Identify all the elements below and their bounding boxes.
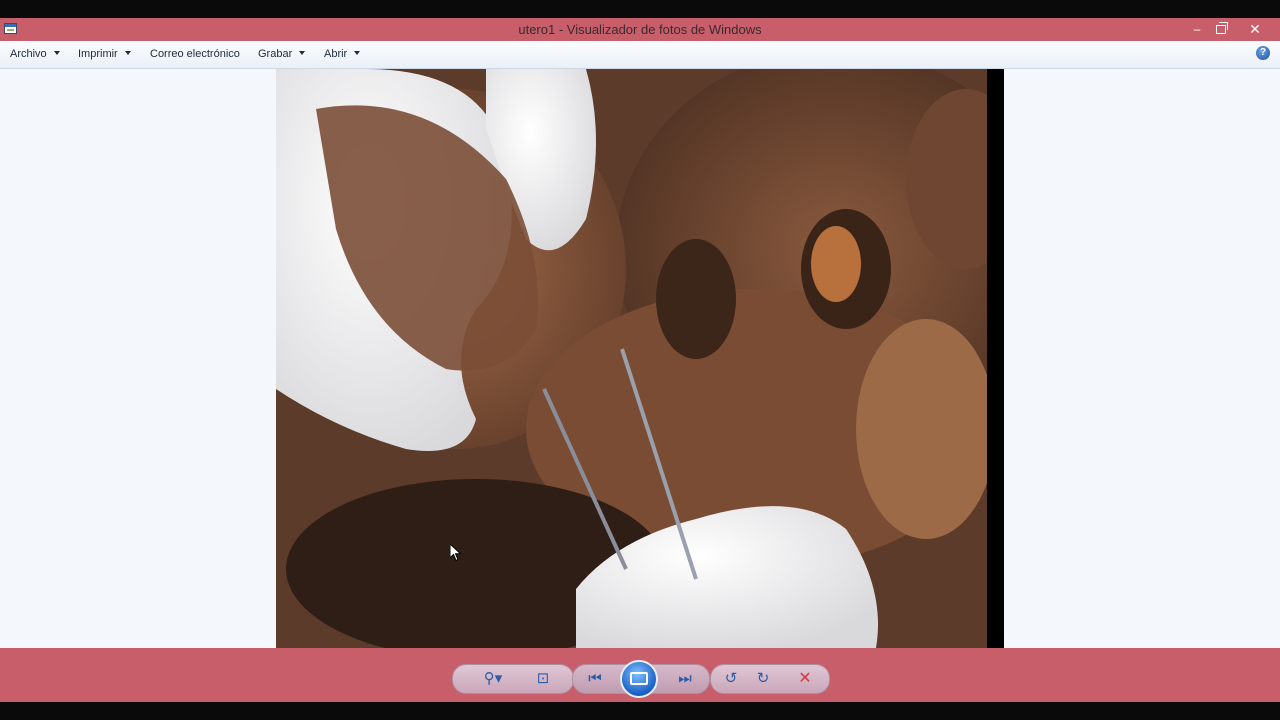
control-bar: ⚲▾ ⊡ ⏮ ⏭ ↺ ↻ ✕	[0, 648, 1280, 702]
slideshow-button[interactable]	[620, 660, 658, 698]
previous-icon[interactable]: ⏮	[582, 668, 608, 690]
caret-down-icon	[354, 51, 361, 55]
actual-size-icon[interactable]: ⊡	[530, 668, 556, 690]
menu-archivo-label: Archivo	[10, 48, 47, 60]
rotate-left-icon[interactable]: ↺	[718, 668, 744, 690]
displayed-photo[interactable]	[276, 69, 1004, 648]
restore-button[interactable]	[1208, 20, 1234, 38]
menu-archivo[interactable]: Archivo	[10, 48, 60, 60]
delete-icon[interactable]: ✕	[792, 668, 818, 690]
photo-viewer-window: utero1 - Visualizador de fotos de Window…	[0, 18, 1280, 702]
restore-icon	[1216, 22, 1228, 34]
menu-bar: Archivo Imprimir Correo electrónico Grab…	[0, 41, 1280, 69]
mouse-cursor-icon	[450, 544, 462, 562]
slideshow-icon	[630, 672, 648, 685]
caret-down-icon	[124, 51, 131, 55]
photo-viewport[interactable]	[0, 69, 1280, 648]
menu-abrir-label: Abrir	[324, 48, 348, 60]
menu-correo-label: Correo electrónico	[150, 48, 240, 60]
help-icon[interactable]: ?	[1256, 46, 1270, 60]
next-icon[interactable]: ⏭	[672, 668, 698, 690]
photo-image	[276, 69, 1004, 648]
window-title: utero1 - Visualizador de fotos de Window…	[518, 22, 762, 37]
menu-imprimir-label: Imprimir	[78, 48, 118, 60]
menu-correo-electronico[interactable]: Correo electrónico	[150, 48, 240, 60]
caret-down-icon	[53, 51, 60, 55]
minimize-button[interactable]: –	[1184, 20, 1210, 38]
menu-grabar[interactable]: Grabar	[258, 48, 306, 60]
title-bar[interactable]: utero1 - Visualizador de fotos de Window…	[0, 18, 1280, 41]
rotate-right-icon[interactable]: ↻	[750, 668, 776, 690]
zoom-icon[interactable]: ⚲▾	[477, 668, 509, 690]
close-button[interactable]: ✕	[1242, 20, 1268, 38]
menu-grabar-label: Grabar	[258, 48, 293, 60]
menu-abrir[interactable]: Abrir	[324, 48, 361, 60]
menu-imprimir[interactable]: Imprimir	[78, 48, 131, 60]
caret-down-icon	[299, 51, 306, 55]
